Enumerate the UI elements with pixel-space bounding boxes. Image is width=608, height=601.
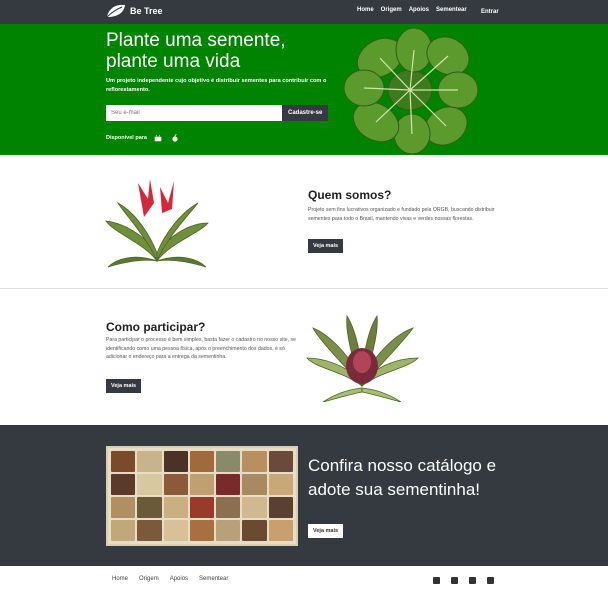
facebook-icon[interactable] (433, 577, 440, 584)
seeds-catalog-image (106, 446, 298, 546)
email-input[interactable] (106, 105, 282, 121)
social-links (433, 577, 494, 584)
available-label: Disponível para (106, 135, 147, 141)
footer-link-apoios[interactable]: Apoios (170, 576, 188, 582)
footer-links: Home Origem Apoios Sementear (112, 576, 228, 582)
participate-text: Para participar o processo é bem simples… (106, 337, 297, 360)
brand-name: Be Tree (130, 6, 163, 16)
footer-link-origem[interactable]: Origem (139, 576, 159, 582)
apple-icon[interactable] (168, 132, 181, 144)
about-text: Projeto sem fins lucrativos organizado e… (308, 207, 495, 222)
login-button[interactable]: Entrar (474, 4, 506, 19)
nav-link-sementear[interactable]: Sementear (436, 7, 467, 13)
signup-form: Cadastre-se (106, 105, 329, 121)
monstera-plant-image (343, 27, 479, 154)
bromeliad-plant-image (105, 179, 209, 268)
about-section: Quem somos? Projeto sem fins lucrativos … (0, 155, 608, 288)
brand-logo[interactable]: Be Tree (106, 4, 163, 18)
nav-link-origem[interactable]: Origem (381, 7, 402, 13)
footer-link-home[interactable]: Home (112, 576, 128, 582)
catalog-title: Confira nosso catálogo e adote sua semen… (308, 456, 497, 499)
youtube-icon[interactable] (487, 577, 494, 584)
about-title: Quem somos? (308, 188, 392, 202)
hero-title: Plante uma semente, plante uma vida (106, 30, 286, 72)
hero-section: Plante uma semente, plante uma vida Um p… (0, 24, 608, 155)
twitter-icon[interactable] (451, 577, 458, 584)
purple-bromeliad-image (306, 314, 419, 402)
signup-button[interactable]: Cadastre-se (282, 105, 329, 121)
footer-link-sementear[interactable]: Sementear (199, 576, 228, 582)
leaf-icon (106, 4, 125, 18)
footer: Home Origem Apoios Sementear (0, 566, 608, 601)
catalog-more-button[interactable]: Veja mais (308, 524, 344, 538)
available-platforms: Disponível para (106, 132, 181, 144)
catalog-section: Confira nosso catálogo e adote sua semen… (0, 425, 608, 566)
android-icon[interactable] (151, 132, 164, 144)
nav-link-home[interactable]: Home (357, 7, 374, 13)
nav-link-apoios[interactable]: Apoios (409, 7, 429, 13)
hero-lead: Um projeto independente cujo objetivo é … (106, 78, 327, 93)
participate-title: Como participar? (106, 320, 206, 334)
instagram-icon[interactable] (469, 577, 476, 584)
navbar: Be Tree Home Origem Apoios Sementear Ent… (0, 0, 608, 24)
about-more-button[interactable]: Veja mais (308, 239, 344, 253)
participate-section: Como participar? Para participar o proce… (0, 289, 608, 425)
participate-more-button[interactable]: Veja mais (106, 379, 142, 393)
nav-links: Home Origem Apoios Sementear (357, 7, 467, 13)
